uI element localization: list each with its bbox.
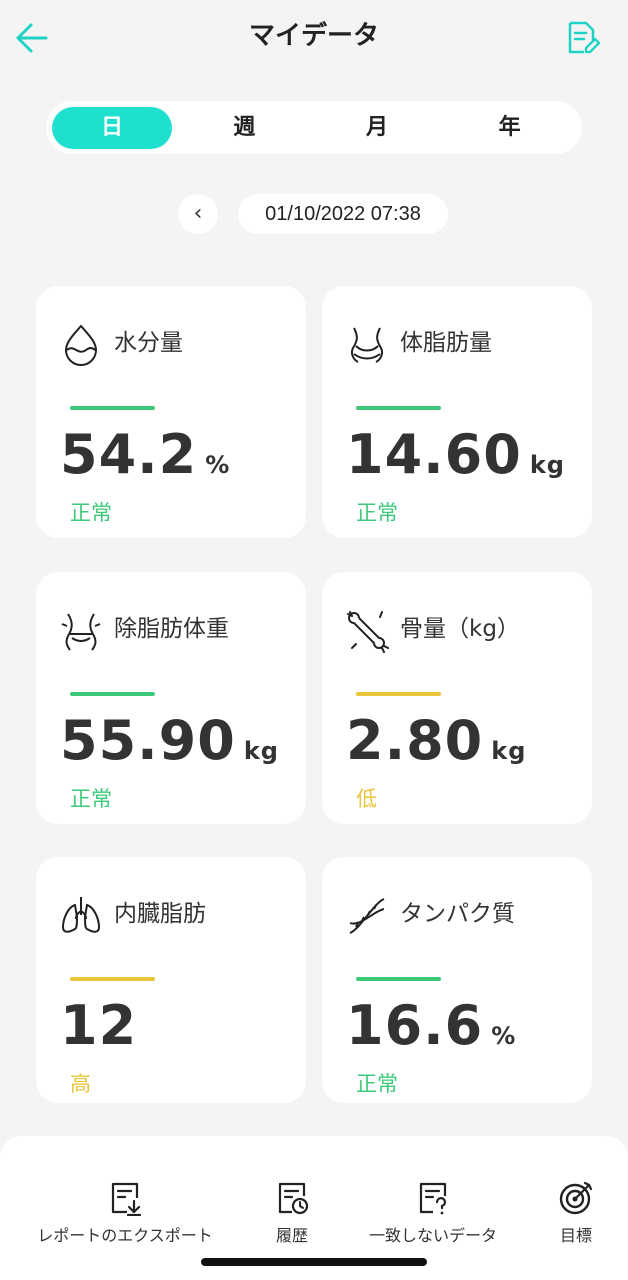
- dna-icon: [349, 898, 385, 934]
- home-indicator: [201, 1258, 427, 1266]
- metric-card-protein[interactable]: タンパク質 16.6% 正常: [322, 857, 592, 1103]
- metric-label: タンパク質: [400, 901, 515, 927]
- status-bar: [356, 692, 441, 696]
- metric-value: 14.60 kg: [346, 423, 565, 486]
- status-bar: [356, 406, 441, 410]
- metric-unit: kg: [529, 451, 565, 479]
- segment-month[interactable]: 月: [311, 107, 444, 149]
- status-text: 正常: [356, 1072, 398, 1096]
- goal-button[interactable]: 目標: [540, 1180, 612, 1246]
- metric-value: 12: [60, 994, 138, 1057]
- unmatched-data-button[interactable]: 一致しないデータ: [358, 1180, 508, 1246]
- chevron-left-icon: ‹: [193, 201, 203, 226]
- tab-label: 目標: [559, 1226, 592, 1245]
- metric-value: 2.80 kg: [346, 709, 527, 772]
- body-fat-icon: [350, 327, 384, 363]
- tab-label: 履歴: [275, 1226, 308, 1245]
- metric-value: 54.2%: [60, 423, 231, 486]
- tab-label: レポートのエクスポート: [37, 1226, 213, 1245]
- metric-card-visceral-fat[interactable]: 内臓脂肪 12 高: [36, 857, 306, 1103]
- segment-day[interactable]: 日: [52, 106, 172, 149]
- metric-card-body-fat[interactable]: 体脂肪量 14.60 kg 正常: [322, 286, 592, 538]
- document-edit-icon: [568, 21, 601, 54]
- export-report-icon: [111, 1182, 142, 1216]
- status-bar: [70, 977, 155, 981]
- date-row: ‹ 01/10/2022 07:38: [0, 194, 628, 236]
- edit-button[interactable]: [562, 18, 602, 58]
- metric-label: 骨量（kg）: [400, 616, 520, 642]
- metric-card-lean-mass[interactable]: 除脂肪体重 55.90 kg 正常: [36, 572, 306, 824]
- export-report-button[interactable]: レポートのエクスポート: [30, 1180, 220, 1246]
- status-bar: [70, 692, 155, 696]
- waist-icon: [61, 613, 101, 651]
- date-display[interactable]: 01/10/2022 07:38: [238, 194, 448, 234]
- metric-value: 16.6%: [346, 994, 517, 1057]
- unmatched-data-icon: [419, 1182, 447, 1215]
- metric-unit: kg: [491, 737, 527, 765]
- page-title: マイデータ: [248, 21, 379, 51]
- metric-unit: %: [205, 451, 231, 479]
- header: マイデータ: [0, 0, 628, 76]
- metric-label: 内臓脂肪: [114, 901, 206, 927]
- segment-year[interactable]: 年: [443, 107, 576, 149]
- previous-date-button[interactable]: ‹: [178, 194, 218, 234]
- status-bar: [356, 977, 441, 981]
- metric-label: 水分量: [114, 330, 183, 356]
- status-text: 正常: [356, 501, 398, 525]
- status-text: 低: [356, 787, 377, 811]
- status-bar: [70, 406, 155, 410]
- history-button[interactable]: 履歴: [252, 1180, 332, 1246]
- metric-value: 55.90 kg: [60, 709, 279, 772]
- target-icon: [559, 1181, 593, 1215]
- water-drop-icon: [64, 324, 98, 366]
- metric-unit: %: [491, 1022, 517, 1050]
- period-segmented-control: 日 週 月 年: [46, 101, 582, 154]
- tab-label: 一致しないデータ: [368, 1226, 497, 1245]
- lungs-icon: [61, 897, 101, 933]
- metric-card-water[interactable]: 水分量 54.2% 正常: [36, 286, 306, 538]
- metric-unit: kg: [243, 737, 279, 765]
- bone-icon: [347, 611, 389, 653]
- status-text: 高: [70, 1072, 91, 1096]
- metric-card-bone-mass[interactable]: 骨量（kg） 2.80 kg 低: [322, 572, 592, 824]
- metric-label: 除脂肪体重: [114, 616, 229, 642]
- metric-label: 体脂肪量: [400, 330, 492, 356]
- history-icon: [278, 1182, 309, 1215]
- status-text: 正常: [70, 787, 112, 811]
- status-text: 正常: [70, 501, 112, 525]
- segment-week[interactable]: 週: [178, 107, 311, 149]
